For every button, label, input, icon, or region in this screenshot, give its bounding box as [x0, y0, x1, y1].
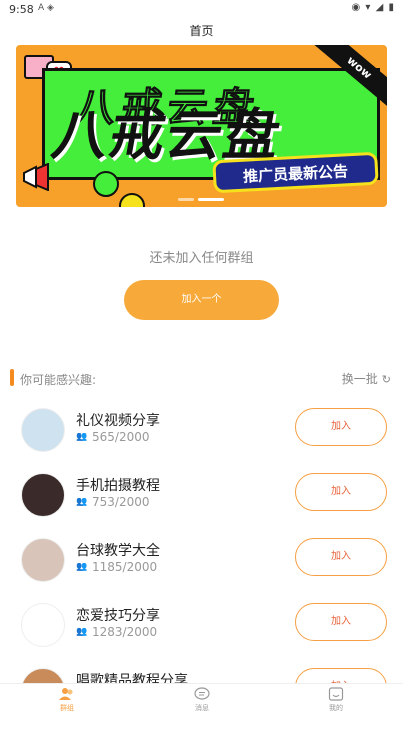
group-name: 恋爱技巧分享	[76, 608, 160, 624]
profile-icon	[328, 687, 344, 701]
tab-label: 消息	[195, 704, 209, 712]
group-row[interactable]: 恋爱技巧分享 👥 1283/2000 加入	[0, 603, 403, 668]
section-title: 你可能感兴趣:	[20, 373, 97, 387]
tab-profile[interactable]: 我的	[306, 687, 366, 713]
member-icon: 👥	[76, 497, 88, 507]
green-ball-decoration	[93, 171, 119, 197]
status-left-icons: A ◈	[38, 3, 54, 13]
group-name: 手机拍摄教程	[76, 478, 160, 494]
group-member-count: 565/2000	[92, 430, 150, 444]
yellow-ball-decoration	[119, 193, 145, 207]
tab-messages[interactable]: 消息	[172, 687, 232, 713]
member-icon: 👥	[76, 562, 88, 572]
member-icon: 👥	[76, 627, 88, 637]
group-member-count: 1185/2000	[92, 560, 158, 574]
group-member-count: 1283/2000	[92, 625, 158, 639]
megaphone-icon	[22, 162, 52, 193]
tab-group[interactable]: 群组	[37, 687, 97, 713]
join-button[interactable]: 加入	[295, 603, 387, 641]
carousel-dot	[178, 198, 194, 201]
tab-label: 我的	[329, 704, 343, 712]
page-title: 首页	[189, 24, 214, 38]
member-icon: 👥	[76, 432, 88, 442]
join-button[interactable]: 加入	[295, 538, 387, 576]
banner-sub-text: 推广员最新公告	[242, 162, 349, 186]
refresh-button[interactable]: 换一批 ↻	[342, 370, 391, 387]
carousel-indicator	[178, 198, 226, 201]
group-icon	[59, 688, 73, 700]
tab-label: 群组	[60, 704, 74, 712]
group-row[interactable]: 礼仪视频分享 👥 565/2000 加入	[0, 408, 403, 473]
carousel-dot-active	[198, 198, 224, 201]
group-row[interactable]: 手机拍摄教程 👥 753/2000 加入	[0, 473, 403, 538]
group-avatar	[21, 603, 65, 647]
message-icon	[194, 687, 210, 700]
empty-state-text: 还未加入任何群组	[149, 251, 254, 266]
join-group-button[interactable]: 加入一个	[124, 280, 279, 320]
refresh-icon: ↻	[381, 373, 391, 386]
bottom-tab-bar: 群组 消息 我的	[0, 683, 403, 718]
status-right-icons: ◉ ▾ ◢ ▮	[351, 2, 395, 13]
refresh-label: 换一批	[341, 372, 378, 386]
section-accent-bar	[10, 369, 14, 386]
group-member-count: 753/2000	[92, 495, 150, 509]
status-bar: 9:58 A ◈ ◉ ▾ ◢ ▮	[0, 0, 403, 18]
group-name: 礼仪视频分享	[76, 413, 160, 429]
group-avatar	[21, 408, 65, 452]
promo-banner[interactable]: ♥ 八戒云盘 八戒云盘 推广员最新公告 wow	[16, 45, 387, 207]
group-avatar	[21, 473, 65, 517]
status-time: 9:58	[9, 3, 34, 16]
group-name: 台球教学大全	[76, 543, 160, 559]
group-avatar	[21, 538, 65, 582]
join-button[interactable]: 加入	[295, 408, 387, 446]
group-row[interactable]: 台球教学大全 👥 1185/2000 加入	[0, 538, 403, 603]
join-button[interactable]: 加入	[295, 473, 387, 511]
